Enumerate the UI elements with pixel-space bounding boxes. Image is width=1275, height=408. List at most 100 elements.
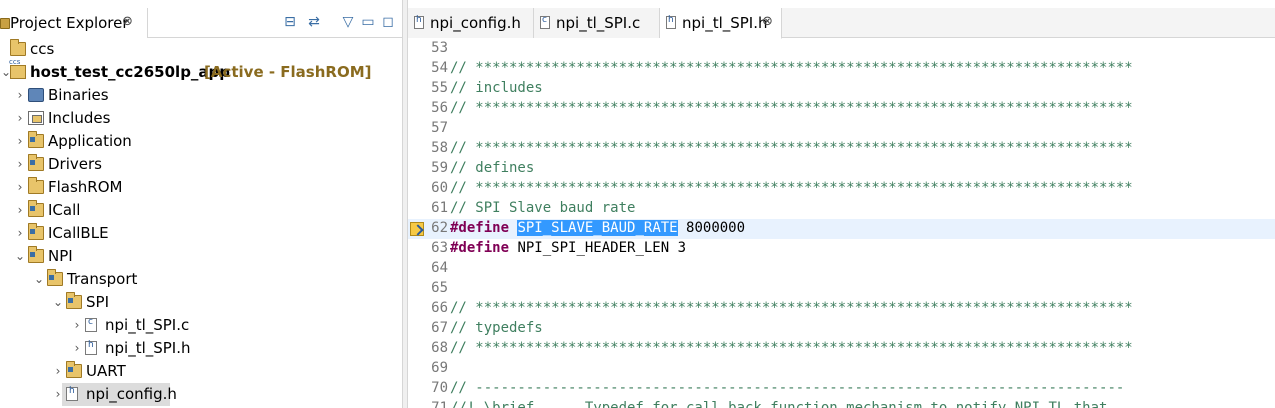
code-text: // defines — [450, 160, 534, 176]
comment-token: // -------------------------------------… — [450, 380, 1125, 396]
chevron-down-icon[interactable]: ⌄ — [14, 248, 26, 264]
current-line-marker-icon[interactable] — [410, 222, 424, 236]
tree-item-label: Transport — [67, 270, 138, 288]
code-line: 57 — [408, 119, 1275, 139]
line-number: 55 — [431, 80, 448, 96]
line-number: 71 — [431, 400, 448, 408]
editor-tab[interactable]: npi_tl_SPI.c — [534, 8, 660, 38]
editor-tab-bar: npi_config.h npi_tl_SPI.c npi_tl_SPI.h⊗ — [408, 8, 1275, 39]
project-explorer-header: Project Explorer ⊗ ⊟ ⇄ ▽ ▭ ◻ — [0, 8, 402, 38]
editor-tab-label: npi_tl_SPI.c — [556, 14, 641, 32]
code-text: // -------------------------------------… — [450, 380, 1124, 396]
line-number: 67 — [431, 320, 448, 336]
source-folder-icon — [28, 154, 44, 171]
tree-item[interactable]: › npi_tl_SPI.h — [0, 337, 402, 360]
code-text: // *************************************… — [450, 140, 1133, 156]
chevron-right-icon[interactable]: › — [14, 133, 26, 149]
code-line: 70// -----------------------------------… — [408, 379, 1275, 399]
chevron-right-icon[interactable]: › — [14, 179, 26, 195]
chevron-right-icon[interactable]: › — [14, 110, 26, 126]
code-editor: npi_config.h npi_tl_SPI.c npi_tl_SPI.h⊗ 53… — [408, 0, 1275, 408]
tree-item[interactable]: ⌄ Transport — [0, 268, 402, 291]
close-icon[interactable]: ⊗ — [762, 14, 773, 29]
project-explorer-panel: Project Explorer ⊗ ⊟⇄▽▭◻ ccs⌄host_test_c… — [0, 0, 402, 408]
code-text: // *************************************… — [450, 340, 1133, 356]
link-with-editor-icon[interactable]: ⇄ — [304, 12, 324, 32]
folder-icon — [10, 39, 26, 56]
line-number: 61 — [431, 200, 448, 216]
code-line: 62 #define SPI_SLAVE_BAUD_RATE 8000000 — [408, 219, 1275, 239]
tree-item-label: FlashROM — [48, 178, 123, 196]
chevron-right-icon[interactable]: › — [14, 225, 26, 241]
line-number: 57 — [431, 120, 448, 136]
tree-item[interactable]: › Application — [0, 130, 402, 153]
tree-item-label: ICallBLE — [48, 224, 109, 242]
includes-icon — [28, 111, 44, 125]
tree-item[interactable]: › ICallBLE — [0, 222, 402, 245]
tree-item-label: npi_tl_SPI.c — [105, 316, 190, 334]
chevron-right-icon[interactable]: › — [52, 363, 64, 379]
chevron-down-icon[interactable]: ⌄ — [33, 271, 45, 287]
header-file-icon — [414, 15, 424, 29]
maximize-icon[interactable]: ◻ — [378, 12, 398, 32]
view-menu-icon[interactable]: ▽ — [338, 12, 358, 32]
comment-token: // SPI Slave baud rate — [450, 200, 636, 216]
collapse-all-icon[interactable]: ⊟ — [280, 12, 300, 32]
tree-item[interactable]: ⌄ NPI — [0, 245, 402, 268]
chevron-right-icon[interactable]: › — [71, 317, 83, 333]
chevron-right-icon[interactable]: › — [71, 340, 83, 356]
line-number: 56 — [431, 100, 448, 116]
tree-item[interactable]: › Includes — [0, 107, 402, 130]
tree-item[interactable]: › Drivers — [0, 153, 402, 176]
selected-token: SPI_SLAVE_BAUD_RATE — [517, 220, 678, 236]
editor-tab-label: npi_tl_SPI.h — [682, 14, 768, 32]
source-folder-icon — [47, 269, 63, 286]
tree-item[interactable]: › Binaries — [0, 84, 402, 107]
code-line: 56// ***********************************… — [408, 99, 1275, 119]
editor-tab[interactable]: npi_tl_SPI.h⊗ — [660, 8, 782, 39]
tree-item[interactable]: › UART — [0, 360, 402, 383]
tree-item[interactable]: › npi_tl_SPI.c — [0, 314, 402, 337]
comment-token: // *************************************… — [450, 140, 1133, 156]
line-number: 63 — [431, 240, 448, 256]
chevron-right-icon[interactable]: › — [14, 87, 26, 103]
close-icon[interactable]: ⊗ — [122, 14, 133, 29]
tree-item[interactable]: ccs — [0, 38, 402, 61]
tree-item-label: SPI — [86, 293, 109, 311]
tree-item-label: host_test_cc2650lp_app — [30, 63, 231, 81]
comment-token: // includes — [450, 80, 543, 96]
code-line: 65 — [408, 279, 1275, 299]
code-text: #define SPI_SLAVE_BAUD_RATE 8000000 — [450, 220, 745, 236]
source-folder-icon — [28, 246, 44, 263]
tab-project-explorer[interactable]: Project Explorer ⊗ — [0, 8, 148, 38]
tree-item-label: Application — [48, 132, 132, 150]
tree-item[interactable]: › ICall — [0, 199, 402, 222]
comment-token: // *************************************… — [450, 300, 1133, 316]
line-number: 58 — [431, 140, 448, 156]
chevron-right-icon[interactable]: › — [14, 156, 26, 172]
folder-icon — [28, 177, 44, 194]
editor-tab[interactable]: npi_config.h — [408, 8, 534, 38]
tree-item[interactable]: ⌄host_test_cc2650lp_app[Active - FlashRO… — [0, 58, 402, 84]
chevron-right-icon[interactable]: › — [14, 202, 26, 218]
source-folder-icon — [66, 361, 82, 378]
code-text: // typedefs — [450, 320, 543, 336]
code-text: // SPI Slave baud rate — [450, 200, 635, 216]
tree-item[interactable]: ⌄ SPI — [0, 291, 402, 314]
code-area[interactable]: 53 54// *********************************… — [408, 39, 1275, 408]
header-file-icon — [85, 340, 97, 355]
tree-item[interactable]: ›npi_config.h — [0, 383, 402, 406]
line-number: 60 — [431, 180, 448, 196]
comment-token: // defines — [450, 160, 535, 176]
c-file-icon — [85, 317, 97, 332]
code-line: 55// includes — [408, 79, 1275, 99]
chevron-down-icon[interactable]: ⌄ — [52, 294, 64, 310]
line-number: 70 — [431, 380, 448, 396]
tree-item-label: UART — [86, 362, 126, 380]
code-text: //! \brief Typedef for call back functio… — [450, 400, 1107, 408]
line-number: 54 — [431, 60, 448, 76]
tree-item-label: ccs — [30, 40, 55, 58]
minimize-icon[interactable]: ▭ — [358, 12, 378, 32]
editor-tab-label: npi_config.h — [430, 14, 521, 32]
tree-item[interactable]: › FlashROM — [0, 176, 402, 199]
